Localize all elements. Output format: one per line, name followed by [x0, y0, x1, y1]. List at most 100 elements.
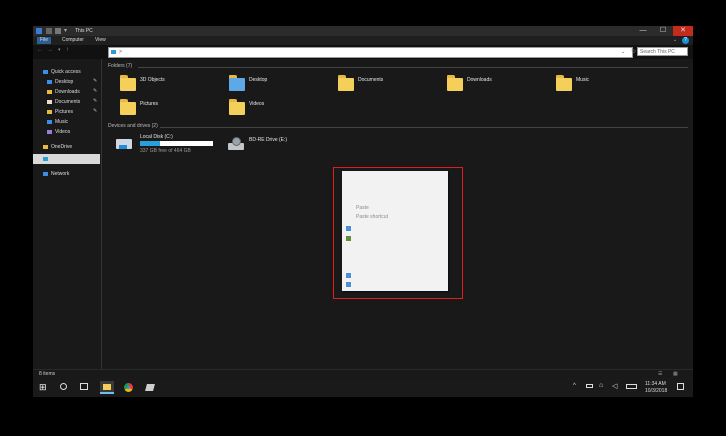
nav-label: Music — [55, 119, 69, 125]
local-disk-label[interactable]: Local Disk (C:) — [140, 134, 173, 140]
folder-desktop-icon[interactable] — [229, 75, 247, 91]
nav-item-downloads[interactable]: Downloads — [47, 88, 80, 96]
nav-item-desktop[interactable]: Desktop — [47, 78, 73, 86]
properties-icon[interactable] — [46, 28, 52, 34]
ribbon-expand-icon[interactable]: ⌄ — [673, 37, 677, 43]
action-center-icon[interactable] — [677, 383, 684, 390]
new-folder-icon[interactable] — [55, 28, 61, 34]
pin-icon[interactable]: ✎ — [93, 98, 97, 104]
highlight-outline — [333, 167, 463, 299]
bd-drive-icon[interactable] — [228, 137, 245, 151]
help-icon[interactable]: ? — [682, 37, 689, 44]
search-input[interactable]: Search This PC — [637, 47, 688, 56]
path-chevron-icon[interactable]: > — [119, 48, 122, 57]
maximize-button[interactable]: ☐ — [653, 26, 673, 36]
app-taskbar-icon[interactable] — [143, 381, 157, 394]
pin-icon[interactable]: ✎ — [93, 78, 97, 84]
nav-onedrive[interactable]: OneDrive — [43, 143, 72, 151]
drives-group-header[interactable]: Devices and drives (2) — [108, 123, 158, 129]
folder-documents-icon[interactable] — [338, 75, 356, 91]
tab-file[interactable]: File — [37, 37, 52, 44]
refresh-icon[interactable]: ↻ — [631, 48, 636, 55]
network-tray-icon[interactable]: ⌂ — [599, 382, 603, 389]
start-icon[interactable]: ⊞ — [39, 383, 47, 392]
search-placeholder: Search This PC — [640, 49, 675, 55]
divider — [138, 67, 688, 68]
window-title: This PC — [75, 28, 93, 34]
quick-access-toolbar-chevron-icon[interactable]: ▾ — [64, 28, 70, 34]
search-icon[interactable] — [60, 383, 67, 390]
nav-label: Documents — [55, 99, 81, 105]
ribbon-tabs: File Computer View ⌄ ? — [33, 36, 693, 45]
clock-time[interactable]: 11:34 AM — [645, 381, 666, 387]
folder-label-3d-objects[interactable]: 3D Objects — [140, 77, 165, 83]
divider — [160, 127, 688, 128]
back-icon[interactable]: ← — [37, 47, 43, 53]
recent-locations-icon[interactable]: ▾ — [58, 47, 61, 53]
music-icon — [47, 119, 52, 124]
nav-item-videos[interactable]: Videos — [47, 128, 70, 136]
network-icon — [43, 171, 48, 176]
local-disk-usage-fill — [140, 141, 160, 146]
battery-icon[interactable] — [586, 384, 593, 388]
status-bar: 8 items ☰ ▦ — [33, 369, 693, 378]
tab-view[interactable]: View — [92, 37, 109, 44]
title-bar: ▾ This PC — ☐ ✕ — [33, 26, 693, 36]
nav-label: Network — [51, 171, 70, 177]
bd-drive-label[interactable]: BD-RE Drive (E:) — [249, 137, 287, 143]
nav-label: OneDrive — [51, 144, 73, 150]
folder-downloads-icon[interactable] — [447, 75, 465, 91]
folder-pictures-icon[interactable] — [120, 99, 138, 115]
address-dropdown-icon[interactable]: ⌄ — [621, 48, 625, 57]
folder-3d-objects-icon[interactable] — [120, 75, 138, 91]
downloads-icon — [47, 89, 52, 94]
task-view-icon[interactable] — [80, 383, 88, 390]
folders-group-header[interactable]: Folders (7) — [108, 63, 132, 69]
item-count: 8 items — [39, 371, 56, 377]
nav-network[interactable]: Network — [43, 170, 69, 178]
close-button[interactable]: ✕ — [673, 26, 693, 36]
desktop-icon — [47, 79, 52, 84]
folder-label-pictures[interactable]: Pictures — [140, 101, 158, 107]
this-pc-icon — [111, 50, 116, 54]
file-explorer-taskbar-icon[interactable] — [100, 381, 114, 394]
nav-label: Pictures — [55, 109, 74, 115]
videos-icon — [47, 129, 52, 134]
clock-date[interactable]: 10/3/2018 — [645, 388, 667, 394]
pin-icon[interactable]: ✎ — [93, 108, 97, 114]
explorer-app-icon — [36, 28, 42, 34]
keyboard-icon[interactable] — [626, 384, 637, 389]
folder-label-downloads[interactable]: Downloads — [467, 77, 492, 83]
folder-label-desktop[interactable]: Desktop — [249, 77, 267, 83]
navigation-pane: Quick access Desktop ✎ Downloads ✎ Docum… — [33, 59, 102, 369]
show-hidden-icons-icon[interactable]: ^ — [573, 383, 576, 389]
nav-label: Desktop — [55, 79, 74, 85]
local-disk-icon[interactable] — [116, 137, 134, 151]
nav-label: Downloads — [55, 89, 80, 95]
forward-icon[interactable]: → — [47, 47, 53, 53]
volume-icon[interactable]: ◁ — [612, 382, 617, 390]
folder-label-documents[interactable]: Documents — [358, 77, 383, 83]
pin-icon[interactable]: ✎ — [93, 88, 97, 94]
folder-music-icon[interactable] — [556, 75, 574, 91]
star-icon — [43, 69, 48, 74]
this-pc-icon — [43, 157, 48, 161]
folder-label-videos[interactable]: Videos — [249, 101, 264, 107]
address-path-input[interactable]: > ⌄ — [108, 47, 633, 58]
nav-this-pc-selected[interactable] — [33, 154, 100, 164]
nav-item-documents[interactable]: Documents — [47, 98, 80, 106]
nav-label: Videos — [55, 129, 71, 135]
up-icon[interactable]: ↑ — [66, 47, 69, 53]
nav-label: Quick access — [51, 69, 81, 75]
local-disk-free-text: 337 GB free of 464 GB — [140, 148, 191, 154]
chrome-taskbar-icon[interactable] — [122, 381, 136, 394]
nav-item-pictures[interactable]: Pictures — [47, 108, 73, 116]
taskbar: ⊞ ^ ⌂ ◁ 11:34 AM 10/3/2018 — [33, 378, 693, 397]
folder-label-music[interactable]: Music — [576, 77, 589, 83]
local-disk-usage-bar — [140, 141, 213, 146]
folder-videos-icon[interactable] — [229, 99, 247, 115]
nav-item-music[interactable]: Music — [47, 118, 68, 126]
nav-quick-access[interactable]: Quick access — [43, 68, 81, 76]
minimize-button[interactable]: — — [633, 26, 653, 36]
tab-computer[interactable]: Computer — [59, 37, 87, 44]
